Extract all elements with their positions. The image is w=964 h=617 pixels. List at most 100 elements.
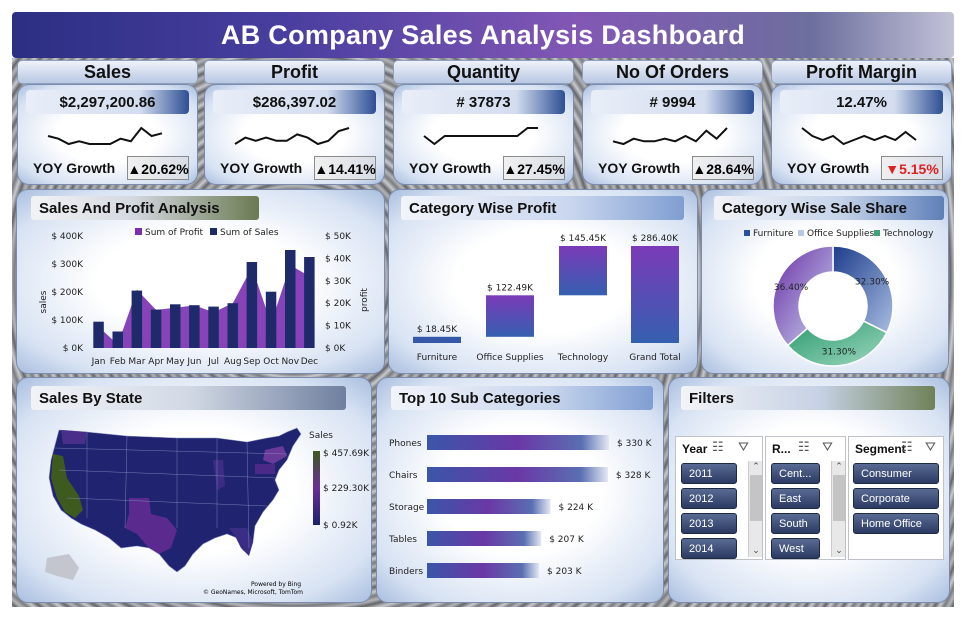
kpi-value: 12.47% [780, 90, 943, 114]
segment-filter-button[interactable]: Home Office [853, 513, 939, 534]
sub-category-value: $ 328 K [616, 471, 652, 481]
share-slice-label: 36.40% [774, 283, 809, 293]
sub-category-label: Storage [389, 503, 425, 513]
y-tick-profit: $ 50K [325, 232, 352, 242]
yoy-growth-value: ▲ 20.62% [127, 156, 189, 180]
legend-swatch-sales [210, 228, 217, 235]
yoy-label: YOY Growth [787, 160, 870, 176]
sales-bar[interactable] [227, 303, 239, 348]
scroll-up-icon[interactable]: ⌃ [833, 462, 845, 472]
segment-filter-button[interactable]: Consumer [853, 463, 939, 484]
clear-filter-icon[interactable]: ⛛ [822, 440, 833, 455]
region-filter-button[interactable]: West [771, 538, 820, 559]
y-tick-profit: $ 0K [325, 344, 346, 354]
clear-filter-icon[interactable]: ⛛ [925, 440, 936, 455]
scroll-up-icon[interactable]: ⌃ [750, 462, 762, 472]
sub-category-bar[interactable] [427, 435, 609, 450]
year-filter-button[interactable]: 2012 [681, 488, 737, 509]
share-legend-label: Furniture [753, 229, 794, 239]
yoy-growth-number: 5.15% [899, 161, 939, 177]
sales-bar[interactable] [93, 321, 104, 348]
map-legend-min: $ 0.92K [323, 521, 359, 531]
kpi-sparkline [234, 127, 350, 146]
scroll-down-icon[interactable]: ⌄ [833, 546, 845, 556]
arrow-down-icon: ▼ [885, 161, 900, 177]
y-tick-sales: $ 100K [51, 316, 84, 326]
sales-profit-panel: Sales And Profit Analysis Sum of Profit S… [16, 189, 385, 374]
region-filter-button[interactable]: South [771, 513, 820, 534]
sales-bar[interactable] [246, 262, 258, 348]
category-profit-bar[interactable] [413, 336, 461, 343]
segment-slicer-title: Segment [855, 442, 906, 456]
sales-bar[interactable] [170, 304, 181, 348]
year-scroll-thumb[interactable] [750, 475, 762, 521]
map-legend-title: Sales [309, 431, 333, 441]
x-tick-month: Dec [301, 357, 318, 367]
scroll-down-icon[interactable]: ⌄ [750, 546, 762, 556]
yoy-growth-number: 27.45% [517, 161, 565, 177]
map-pennsylvania[interactable] [255, 464, 275, 474]
year-filter-button[interactable]: 2013 [681, 513, 737, 534]
x-tick-month: Jul [207, 357, 219, 367]
share-slice[interactable] [772, 245, 834, 347]
segment-filter-button[interactable]: Corporate [853, 488, 939, 509]
sub-category-bar[interactable] [427, 563, 539, 578]
top-sub-panel: Top 10 Sub Categories Phones $ 330 K Chair… [376, 377, 664, 603]
sales-bar[interactable] [285, 250, 296, 348]
sales-bar[interactable] [189, 305, 200, 348]
dashboard-title: AB Company Sales Analysis Dashboard [220, 19, 746, 50]
arrow-up-icon: ▲ [692, 161, 707, 177]
y-axis-label-sales: sales [39, 290, 49, 313]
category-profit-x-tick: Grand Total [629, 353, 681, 363]
map-legend-bar [313, 451, 320, 525]
region-slicer: R... ☷ ⛛ Cent... East South West ⌃ ⌄ [765, 436, 846, 560]
map-alaska [45, 554, 79, 580]
region-filter-button[interactable]: Cent... [771, 463, 820, 484]
year-filter-button[interactable]: 2014 [681, 538, 737, 559]
sales-profit-chart: Sum of Profit Sum of Sales $ 0K $ 100K $ 200… [39, 228, 370, 367]
region-scroll-thumb[interactable] [833, 475, 845, 521]
sub-category-bar[interactable] [427, 499, 551, 514]
kpi-value: $286,397.02 [213, 90, 376, 114]
year-filter-button[interactable]: 2011 [681, 463, 737, 484]
map-washington[interactable] [61, 430, 87, 444]
region-scrollbar[interactable]: ⌃ ⌄ [831, 461, 845, 557]
year-scrollbar[interactable]: ⌃ ⌄ [748, 461, 762, 557]
kpi-title: Sales [17, 60, 198, 84]
kpi-card: $2,297,200.86 YOY Growth ▲ 20.62% [17, 84, 198, 185]
y-tick-sales: $ 400K [51, 232, 84, 242]
region-filter-button[interactable]: East [771, 488, 820, 509]
sales-bar[interactable] [265, 291, 277, 348]
kpi-sparkline [612, 127, 728, 146]
filters-panel: Filters Year ☷ ⛛ 2011 2012 2013 2014 ⌃ ⌄ R.… [668, 377, 950, 603]
category-profit-bar[interactable] [486, 295, 534, 337]
map-legend-max: $ 457.69K [323, 449, 370, 459]
multi-select-icon[interactable]: ☷ [798, 440, 810, 455]
clear-filter-icon[interactable]: ⛛ [738, 440, 749, 455]
sales-bar[interactable] [131, 290, 143, 348]
region-slicer-title: R... [772, 442, 791, 456]
yoy-growth-value: ▲ 14.41% [314, 156, 376, 180]
share-slice-label: 32.30% [855, 278, 890, 288]
sales-bar[interactable] [208, 306, 219, 348]
multi-select-icon[interactable]: ☷ [712, 440, 724, 455]
sales-bar[interactable] [304, 257, 315, 348]
category-profit-bar[interactable] [559, 246, 607, 296]
sparkline-path [423, 127, 538, 146]
sales-bar[interactable] [112, 331, 124, 349]
category-profit-bar[interactable] [631, 246, 679, 343]
share-slice[interactable] [832, 245, 894, 334]
sub-category-value: $ 207 K [549, 535, 585, 545]
sub-category-label: Phones [389, 439, 422, 449]
sub-category-bar[interactable] [427, 467, 608, 482]
x-tick-month: Nov [281, 357, 299, 367]
multi-select-icon[interactable]: ☷ [901, 440, 913, 455]
kpi-sparkline [47, 126, 163, 146]
category-profit-x-tick: Technology [557, 353, 609, 363]
map-credit-sources: © GeoNames, Microsoft, TomTom [203, 589, 303, 596]
sales-bar[interactable] [150, 309, 162, 348]
sub-category-bar[interactable] [427, 531, 542, 546]
category-profit-x-tick: Office Supplies [476, 353, 544, 363]
share-legend-label: Technology [882, 229, 934, 239]
x-tick-month: Jun [186, 357, 201, 367]
